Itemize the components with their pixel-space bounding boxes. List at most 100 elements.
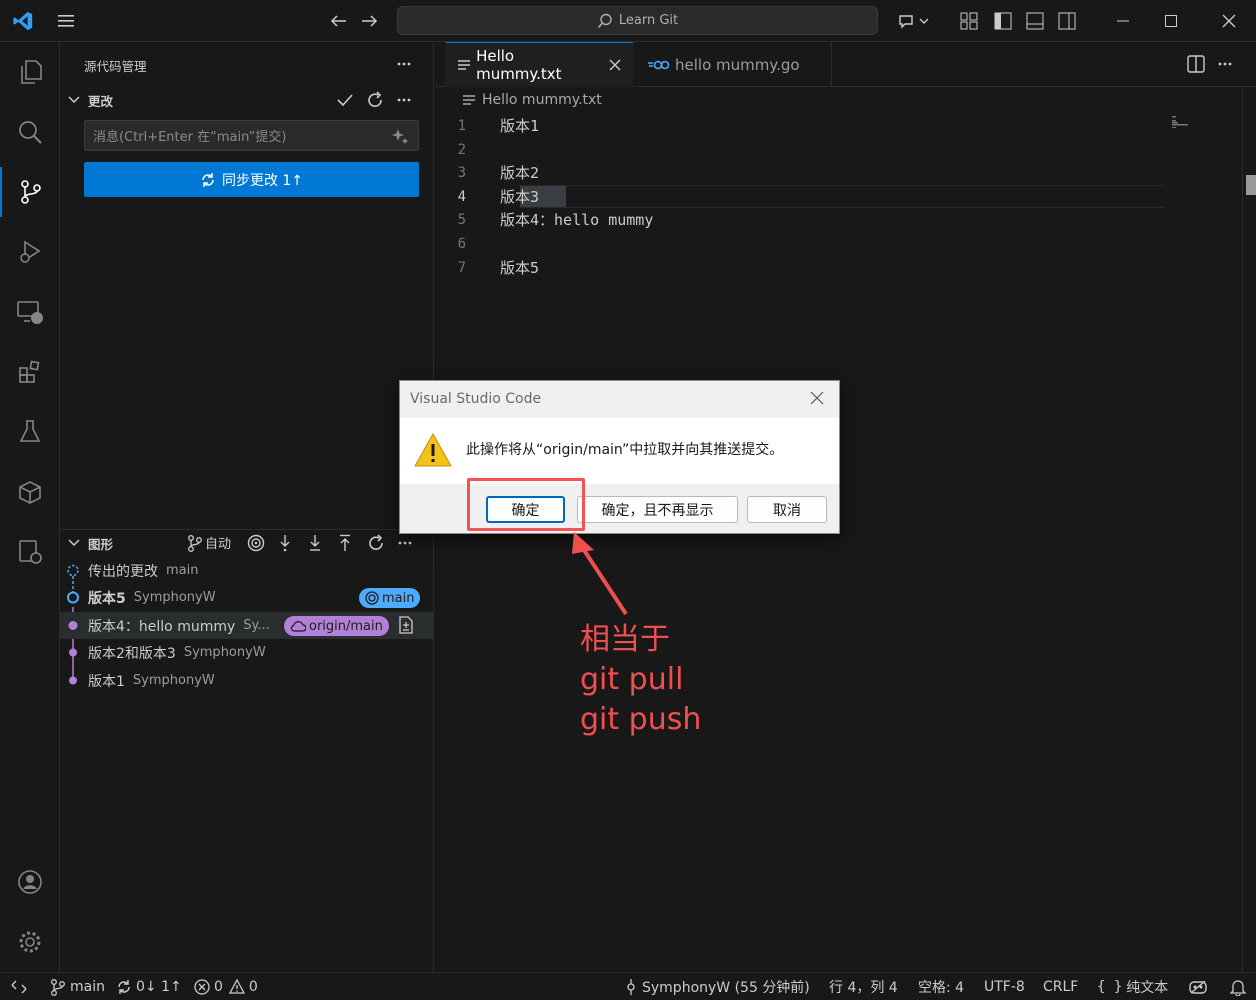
menu-icon[interactable] bbox=[52, 6, 82, 36]
editor-more-icon[interactable] bbox=[1217, 56, 1233, 72]
explorer-icon[interactable] bbox=[0, 47, 60, 97]
tab-hello-mummy-txt[interactable]: Hello mummy.txt bbox=[445, 42, 633, 87]
eol-status[interactable]: CRLF bbox=[1043, 973, 1078, 1000]
branch-badge-origin-main: origin/main bbox=[284, 616, 389, 636]
commit-message-input[interactable]: 消息(Ctrl+Enter 在“main”提交) bbox=[84, 120, 419, 151]
graph-item-commit[interactable]: 版本1 SymphonyW bbox=[60, 667, 434, 694]
go-file-icon bbox=[648, 60, 669, 69]
warning-count: 0 bbox=[248, 978, 258, 995]
testing-icon[interactable] bbox=[0, 407, 60, 457]
changes-more-icon[interactable] bbox=[396, 92, 412, 108]
source-control-icon[interactable] bbox=[0, 167, 60, 217]
dialog-close-icon[interactable] bbox=[810, 391, 824, 405]
command-center-search[interactable]: Learn Git bbox=[397, 6, 878, 35]
containers-icon[interactable] bbox=[0, 467, 60, 517]
graph-item-commit[interactable]: 版本2和版本3 SymphonyW bbox=[60, 639, 434, 666]
code-line[interactable]: 7 版本5 bbox=[435, 256, 1165, 280]
settings-gear-icon[interactable] bbox=[0, 917, 60, 967]
code-line[interactable]: 1 版本1 bbox=[435, 114, 1165, 138]
chevron-down-icon bbox=[68, 539, 80, 547]
toggle-secondary-sidebar-icon[interactable] bbox=[1052, 6, 1082, 36]
commit-dot-icon bbox=[69, 676, 77, 685]
annotation-highlight-box bbox=[467, 478, 585, 531]
problems-status[interactable]: 0 0 bbox=[194, 973, 258, 1000]
graph-item-author: main bbox=[166, 563, 199, 578]
code-line[interactable]: 3 版本2 bbox=[435, 161, 1165, 185]
breadcrumb[interactable]: Hello mummy.txt bbox=[462, 92, 602, 108]
sync-button-label: 同步更改 1↑ bbox=[221, 172, 304, 189]
back-arrow-icon[interactable] bbox=[323, 6, 353, 36]
pull-icon[interactable] bbox=[308, 534, 322, 552]
code-line[interactable]: 2 bbox=[435, 138, 1165, 162]
graph-item-outgoing[interactable]: 传出的更改 main bbox=[60, 557, 434, 584]
line-text: 版本5 bbox=[500, 259, 540, 278]
tab-label: hello mummy.go bbox=[675, 55, 800, 74]
copilot-status-icon[interactable] bbox=[1188, 973, 1208, 1000]
git-blame-status[interactable]: SymphonyW (55 分钟前) bbox=[624, 973, 810, 1000]
sync-icon bbox=[118, 979, 130, 994]
title-bar: Learn Git bbox=[0, 0, 1256, 42]
encoding-status[interactable]: UTF-8 bbox=[984, 973, 1025, 1000]
annotation-text: 相当于 git pull git push bbox=[580, 620, 701, 740]
line-number: 1 bbox=[457, 117, 466, 134]
more-actions-icon[interactable] bbox=[396, 56, 412, 72]
graph-more-icon[interactable] bbox=[397, 535, 413, 551]
status-bar: main 0↓ 1↑ 0 0 SymphonyW (55 分钟前) 行 4，列 … bbox=[0, 972, 1256, 999]
toggle-panel-icon[interactable] bbox=[1020, 6, 1050, 36]
graph-item-author: SymphonyW bbox=[133, 590, 216, 605]
graph-item-author: Sy... bbox=[243, 618, 270, 633]
open-changes-icon[interactable] bbox=[398, 616, 414, 634]
editor-scrollbar[interactable] bbox=[1242, 87, 1256, 972]
error-icon bbox=[194, 978, 210, 995]
extensions-icon[interactable] bbox=[0, 347, 60, 397]
run-debug-icon[interactable] bbox=[0, 227, 60, 277]
graph-refresh-icon[interactable] bbox=[367, 534, 385, 552]
code-line[interactable]: 6 bbox=[435, 232, 1165, 256]
remote-indicator-icon[interactable] bbox=[10, 973, 28, 1000]
remote-explorer-icon[interactable] bbox=[0, 287, 60, 337]
indentation-status[interactable]: 空格: 4 bbox=[918, 973, 964, 1000]
minimap[interactable] bbox=[1172, 116, 1192, 128]
ok-dont-show-again-button[interactable]: 确定，且不再显示 bbox=[577, 496, 738, 523]
code-line-current[interactable]: 4 版本3 bbox=[435, 185, 1165, 209]
notifications-bell-icon[interactable] bbox=[1230, 973, 1246, 1000]
minimize-icon[interactable] bbox=[1108, 6, 1138, 36]
dialog-title: Visual Studio Code bbox=[410, 391, 542, 407]
push-icon[interactable] bbox=[338, 534, 352, 552]
dialog-message: 此操作将从“origin/main”中拉取并向其推送提交。 bbox=[466, 442, 784, 458]
fetch-icon[interactable] bbox=[278, 534, 292, 552]
sidebar-title: 源代码管理 bbox=[84, 59, 147, 74]
language-status[interactable]: { } 纯文本 bbox=[1097, 973, 1168, 1000]
maximize-icon[interactable] bbox=[1156, 6, 1186, 36]
graph-header-label: 图形 bbox=[88, 536, 114, 552]
search-activity-icon[interactable] bbox=[0, 107, 60, 157]
cursor-position-status[interactable]: 行 4，列 4 bbox=[829, 973, 898, 1000]
cancel-button[interactable]: 取消 bbox=[747, 496, 827, 523]
tab-hello-mummy-go[interactable]: hello mummy.go bbox=[635, 42, 831, 87]
confirm-dialog: Visual Studio Code 此操作将从“origin/main”中拉取… bbox=[399, 380, 840, 534]
remote-status-icon[interactable] bbox=[0, 527, 60, 577]
sync-changes-button[interactable]: 同步更改 1↑ bbox=[84, 162, 419, 197]
braces-icon: { } bbox=[1097, 978, 1123, 995]
auto-label: 自动 bbox=[205, 537, 232, 552]
code-line[interactable]: 5 版本4：hello mummy bbox=[435, 208, 1165, 232]
target-icon[interactable] bbox=[247, 534, 265, 552]
refresh-icon[interactable] bbox=[366, 91, 384, 109]
close-window-icon[interactable] bbox=[1214, 6, 1244, 36]
graph-item-label: 版本1 bbox=[88, 673, 125, 690]
close-tab-icon[interactable] bbox=[608, 58, 621, 72]
copilot-chat-icon[interactable] bbox=[894, 6, 934, 36]
toggle-primary-sidebar-icon[interactable] bbox=[988, 6, 1018, 36]
sparkle-icon[interactable] bbox=[392, 128, 408, 144]
forward-arrow-icon[interactable] bbox=[355, 6, 385, 36]
customize-layout-icon[interactable] bbox=[954, 6, 984, 36]
sync-status[interactable]: 0↓ 1↑ bbox=[116, 973, 182, 1000]
auto-branch-filter[interactable]: 自动 bbox=[187, 533, 231, 552]
warning-status-icon bbox=[228, 978, 245, 994]
commit-check-icon[interactable] bbox=[336, 91, 354, 109]
branch-status[interactable]: main bbox=[50, 973, 105, 1000]
split-editor-icon[interactable] bbox=[1187, 55, 1205, 73]
chevron-down-icon bbox=[68, 96, 80, 104]
accounts-icon[interactable] bbox=[0, 857, 60, 907]
branch-icon bbox=[51, 978, 65, 996]
